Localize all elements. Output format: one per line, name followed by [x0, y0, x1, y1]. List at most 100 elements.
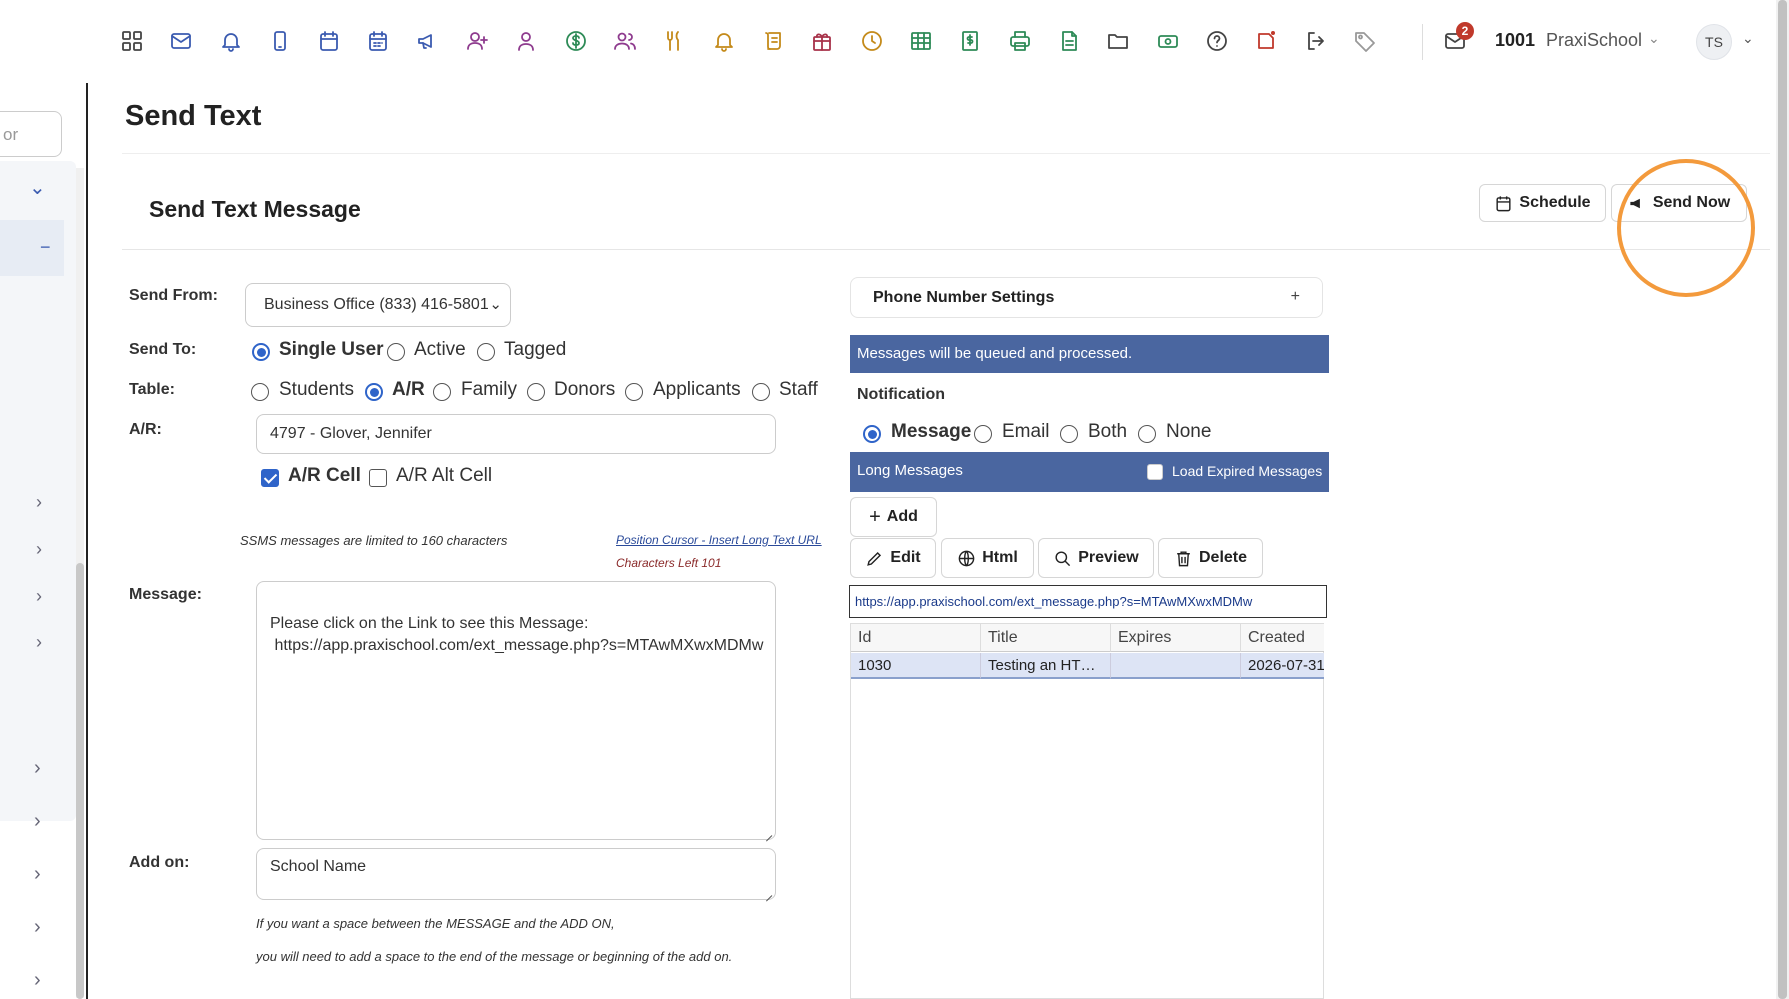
queue-banner: Messages will be queued and processed.: [850, 335, 1329, 373]
radio-table-students[interactable]: [251, 383, 269, 401]
chevron-right-icon[interactable]: ›: [36, 632, 42, 653]
radio-notify-both[interactable]: [1060, 425, 1078, 443]
chevron-right-icon[interactable]: ›: [34, 969, 41, 992]
grid-header-expires[interactable]: Expires: [1111, 624, 1241, 652]
logout-icon[interactable]: [1301, 26, 1331, 56]
folder-icon[interactable]: [1103, 26, 1133, 56]
radio-notify-email[interactable]: [974, 425, 992, 443]
phone-icon[interactable]: [265, 26, 295, 56]
cash-icon[interactable]: [1153, 26, 1183, 56]
send-now-button[interactable]: Send Now: [1611, 184, 1747, 222]
divider: [122, 153, 1770, 154]
sidebar-item-active[interactable]: [0, 220, 64, 276]
bell-icon[interactable]: [216, 26, 246, 56]
avatar[interactable]: TS: [1696, 24, 1732, 60]
tag-icon[interactable]: [1350, 26, 1380, 56]
globe-icon: [958, 550, 975, 566]
add-on-label: Add on:: [129, 854, 190, 871]
notification-option-label: Both: [1088, 421, 1128, 442]
grid-cell-created[interactable]: 2026-07-31: [1241, 653, 1324, 679]
receipt-icon[interactable]: [955, 26, 985, 56]
message-label: Message:: [129, 586, 202, 603]
chevron-right-icon[interactable]: ›: [36, 586, 42, 607]
chevron-down-icon[interactable]: ⌄: [29, 175, 46, 200]
ar-alt-cell-checkbox[interactable]: [369, 469, 387, 487]
radio-notify-none[interactable]: [1138, 425, 1156, 443]
school-name[interactable]: PraxiSchool: [1546, 30, 1642, 51]
utensils-icon[interactable]: [659, 26, 689, 56]
scroll-icon[interactable]: [758, 26, 788, 56]
chevron-right-icon[interactable]: ›: [34, 757, 41, 780]
clock-icon[interactable]: [857, 26, 887, 56]
message-line: https://app.praxischool.com/ext_message.…: [270, 637, 764, 654]
radio-notify-message[interactable]: [863, 425, 881, 443]
grid-cell-title[interactable]: Testing an HT…: [981, 653, 1111, 679]
calendar-grid-icon[interactable]: [363, 26, 393, 56]
printer-icon[interactable]: [1005, 26, 1035, 56]
radio-table-donors[interactable]: [527, 383, 545, 401]
radio-send-to-single-user[interactable]: [252, 343, 270, 361]
resize-handle[interactable]: [763, 827, 773, 837]
school-id[interactable]: 1001: [1495, 30, 1535, 51]
mail-icon[interactable]: [166, 26, 196, 56]
send-from-select[interactable]: Business Office (833) 416-5801 ⌄: [245, 283, 511, 327]
add-button-label: Add: [886, 508, 918, 525]
radio-table-staff[interactable]: [752, 383, 770, 401]
chevron-right-icon[interactable]: ›: [34, 916, 41, 939]
grid-cell-id[interactable]: 1030: [851, 653, 981, 679]
user-icon[interactable]: [511, 26, 541, 56]
chevron-right-icon[interactable]: ›: [34, 863, 41, 886]
radio-send-to-tagged[interactable]: [477, 343, 495, 361]
grid-header-title[interactable]: Title: [981, 624, 1111, 652]
grid-cell-expires[interactable]: [1111, 653, 1241, 679]
radio-send-to-active[interactable]: [387, 343, 405, 361]
gift-icon[interactable]: [807, 26, 837, 56]
users-icon[interactable]: [610, 26, 640, 56]
add-button[interactable]: + Add: [850, 497, 937, 537]
grid-header-created[interactable]: Created: [1241, 624, 1324, 652]
bell-alert-icon[interactable]: [709, 26, 739, 56]
page-scrollbar-thumb[interactable]: [1778, 0, 1787, 999]
grid-header-id[interactable]: Id: [851, 624, 981, 652]
sidebar-search-input[interactable]: or: [0, 111, 62, 157]
document-icon[interactable]: [1054, 26, 1084, 56]
message-textarea[interactable]: Please click on the Link to see this Mes…: [256, 581, 776, 840]
chevron-right-icon[interactable]: ›: [36, 539, 42, 560]
table-icon[interactable]: [906, 26, 936, 56]
long-messages-header: Long Messages Load Expired Messages: [850, 452, 1329, 492]
chevron-down-icon[interactable]: ⌄: [1648, 30, 1660, 47]
add-user-icon[interactable]: [462, 26, 492, 56]
ar-cell-checkbox[interactable]: [261, 469, 279, 487]
grid-icon[interactable]: [117, 26, 147, 56]
sidebar-scrollbar-thumb[interactable]: [76, 563, 84, 999]
chevron-down-icon[interactable]: ⌄: [1742, 30, 1754, 47]
radio-table-family[interactable]: [433, 383, 451, 401]
delete-button[interactable]: Delete: [1158, 538, 1263, 578]
load-expired-checkbox[interactable]: [1147, 464, 1163, 480]
phone-number-settings-panel[interactable]: Phone Number Settings +: [850, 277, 1323, 318]
chevron-right-icon[interactable]: ›: [36, 492, 42, 513]
help-icon[interactable]: [1202, 26, 1232, 56]
radio-table-ar[interactable]: [365, 383, 383, 401]
radio-table-applicants[interactable]: [625, 383, 643, 401]
megaphone-icon[interactable]: [413, 26, 443, 56]
add-on-textarea[interactable]: School Name: [256, 848, 776, 900]
long-message-url-field[interactable]: https://app.praxischool.com/ext_message.…: [849, 585, 1327, 618]
collapse-icon[interactable]: −: [40, 237, 51, 258]
dollar-icon[interactable]: [561, 26, 591, 56]
ar-input[interactable]: 4797 - Glover, Jennifer: [256, 414, 776, 454]
send-from-value: Business Office (833) 416-5801: [264, 296, 489, 313]
insert-long-url-link[interactable]: Position Cursor - Insert Long Text URL: [616, 533, 822, 547]
preview-button[interactable]: Preview: [1038, 538, 1154, 578]
notification-option-label: Email: [1002, 421, 1050, 442]
expand-icon[interactable]: +: [1291, 288, 1300, 306]
table-option-label: Students: [279, 379, 354, 400]
resize-handle[interactable]: [763, 887, 773, 897]
edit-button[interactable]: Edit: [850, 538, 936, 578]
calendar-icon[interactable]: [314, 26, 344, 56]
chevron-right-icon[interactable]: ›: [34, 810, 41, 833]
chevron-down-icon: ⌄: [489, 296, 502, 313]
html-button[interactable]: Html: [941, 538, 1034, 578]
schedule-button[interactable]: Schedule: [1479, 184, 1606, 222]
notes-icon[interactable]: [1251, 26, 1281, 56]
